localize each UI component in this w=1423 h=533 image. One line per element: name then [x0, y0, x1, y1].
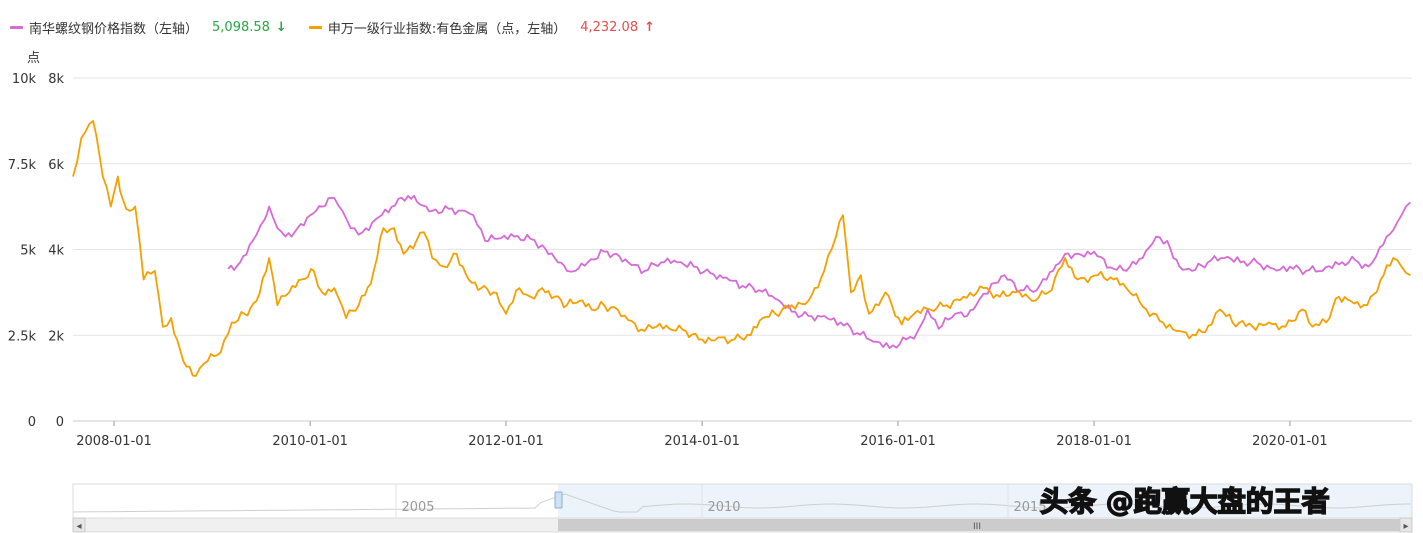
x-tick-label: 2008-01-01 [76, 434, 152, 449]
x-tick-label: 2020-01-01 [1252, 434, 1328, 449]
y-tick-label-inner: 4k [48, 244, 64, 259]
series-line-rebar-index [227, 194, 1412, 349]
scrollbar-grip-icon: III [973, 522, 981, 532]
y-tick-label-outer: 10k [12, 72, 37, 87]
y-tick-label-outer: 2.5k [8, 329, 37, 344]
series-line-nonferrous-index [72, 120, 1411, 377]
navigator-year-label: 2010 [707, 500, 740, 515]
line-chart: 0 0 2.5k 2k 5k 4k 7.5k 6k 10k 8k 点 2008-01-01 2010-0… [8, 51, 1413, 533]
y-tick-label-inner: 2k [48, 329, 64, 344]
y-tick-label-inner: 0 [56, 415, 64, 430]
x-tick-label: 2014-01-01 [664, 434, 740, 449]
x-tick-label: 2010-01-01 [272, 434, 348, 449]
y-tick-label-outer: 7.5k [8, 158, 37, 173]
y-tick-label-inner: 8k [48, 72, 64, 87]
watermark-text: 头条 @跑赢大盘的王者 [1039, 484, 1330, 519]
scroll-right-icon: ▸ [1403, 521, 1408, 532]
y-tick-label-outer: 5k [20, 244, 36, 259]
navigator-year-label: 2005 [401, 500, 434, 515]
scroll-left-icon: ◂ [76, 521, 81, 532]
x-tick-label: 2016-01-01 [860, 434, 936, 449]
x-tick-label: 2018-01-01 [1056, 434, 1132, 449]
x-tick-label: 2012-01-01 [468, 434, 544, 449]
y-tick-label-inner: 6k [48, 158, 64, 173]
navigator-left-handle[interactable] [554, 491, 563, 509]
y-tick-label-outer: 0 [28, 415, 36, 430]
y-axis-unit-label: 点 [27, 51, 40, 66]
